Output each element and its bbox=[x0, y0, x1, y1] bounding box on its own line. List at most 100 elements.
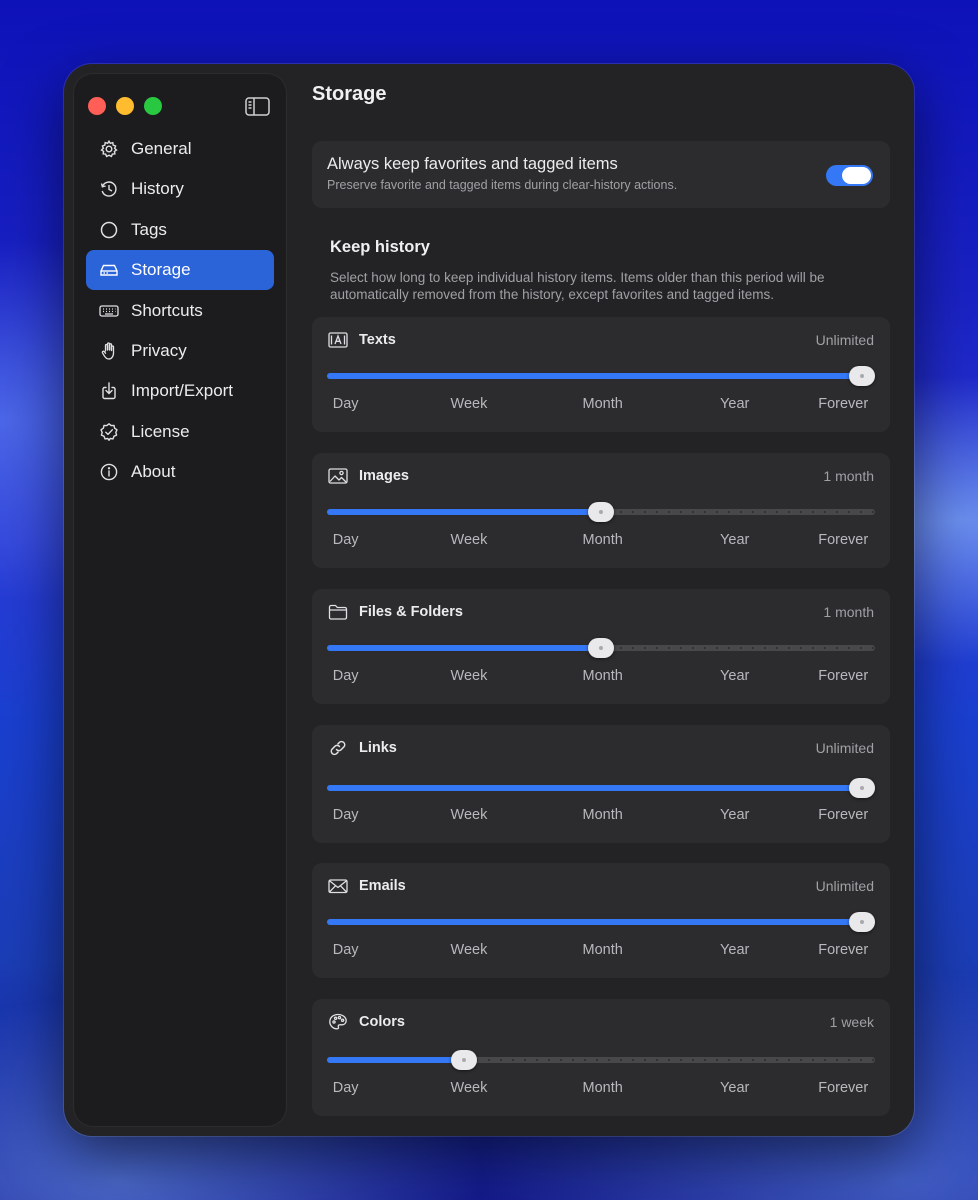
sidebar-item-storage[interactable]: Storage bbox=[86, 250, 274, 291]
link-icon bbox=[330, 740, 346, 756]
slider-thumb[interactable] bbox=[588, 502, 614, 522]
favorites-toggle[interactable] bbox=[826, 165, 873, 186]
scale-label-month: Month bbox=[582, 1080, 623, 1096]
sidebar-item-about[interactable]: About bbox=[86, 452, 274, 492]
sidebar-item-import-export[interactable]: Import/Export bbox=[86, 371, 274, 411]
scale-label-week: Week bbox=[450, 396, 488, 412]
scale-label-day: Day bbox=[332, 532, 359, 548]
scale-label-month: Month bbox=[582, 396, 623, 412]
clock-history-icon bbox=[100, 181, 117, 198]
sidebar-nav: General History Tags Storage Shortcuts P… bbox=[86, 129, 274, 493]
hand-icon bbox=[101, 342, 115, 360]
slider-label: Images bbox=[359, 468, 409, 484]
slider-thumb[interactable] bbox=[588, 638, 614, 658]
slider-scale: Day Week Month Year Forever bbox=[327, 1080, 875, 1100]
keep-history-title: Keep history bbox=[330, 238, 430, 256]
sidebar-item-tags[interactable]: Tags bbox=[86, 210, 274, 250]
slider-scale: Day Week Month Year Forever bbox=[327, 942, 875, 962]
images-retention-slider[interactable] bbox=[327, 502, 875, 522]
favorites-title: Always keep favorites and tagged items bbox=[327, 155, 618, 173]
scale-label-week: Week bbox=[450, 942, 488, 958]
slider-value: 1 month bbox=[823, 604, 874, 620]
texts-retention-card: Texts Unlimited Day Week Month Year Fore… bbox=[312, 317, 890, 432]
scale-label-week: Week bbox=[450, 1080, 488, 1096]
text-box-icon bbox=[328, 332, 348, 348]
slider-scale: Day Week Month Year Forever bbox=[327, 532, 875, 552]
emails-retention-slider[interactable] bbox=[327, 912, 875, 932]
sidebar-item-license[interactable]: License bbox=[86, 412, 274, 452]
slider-scale: Day Week Month Year Forever bbox=[327, 807, 875, 827]
scale-label-forever: Forever bbox=[818, 1080, 869, 1096]
close-button[interactable] bbox=[88, 97, 106, 115]
slider-value: Unlimited bbox=[815, 740, 874, 756]
scale-label-day: Day bbox=[332, 396, 359, 412]
sidebar-item-label: Tags bbox=[131, 219, 167, 239]
slider-thumb[interactable] bbox=[848, 912, 875, 932]
scale-label-year: Year bbox=[720, 1080, 750, 1096]
sidebar-item-history[interactable]: History bbox=[86, 169, 274, 209]
slider-value: 1 month bbox=[823, 468, 874, 484]
info-icon bbox=[100, 463, 118, 481]
slider-scale: Day Week Month Year Forever bbox=[327, 396, 875, 416]
sidebar-item-label: General bbox=[131, 139, 192, 158]
slider-thumb[interactable] bbox=[848, 778, 875, 798]
zoom-button[interactable] bbox=[144, 97, 162, 115]
scale-label-forever: Forever bbox=[818, 942, 869, 958]
slider-scale: Day Week Month Year Forever bbox=[327, 668, 875, 688]
sidebar-item-label: Import/Export bbox=[131, 381, 234, 401]
links-retention-slider[interactable] bbox=[327, 778, 875, 798]
window-controls bbox=[88, 97, 162, 115]
slider-value: Unlimited bbox=[815, 332, 874, 348]
checkmark-seal-icon bbox=[100, 422, 118, 441]
scale-label-week: Week bbox=[450, 668, 488, 684]
slider-fill bbox=[327, 509, 601, 515]
minimize-button[interactable] bbox=[116, 97, 134, 115]
sidebar-item-label: History bbox=[131, 179, 184, 199]
images-retention-card: Images 1 month Day Week Month Year Forev… bbox=[312, 453, 890, 568]
scale-label-week: Week bbox=[450, 532, 488, 548]
scale-label-week: Week bbox=[450, 807, 488, 823]
sidebar-item-label: About bbox=[131, 462, 176, 482]
scale-label-year: Year bbox=[720, 532, 750, 548]
sidebar: General History Tags Storage Shortcuts P… bbox=[73, 73, 287, 1127]
envelope-icon bbox=[328, 879, 348, 894]
slider-thumb[interactable] bbox=[451, 1050, 477, 1070]
sidebar-toggle-icon[interactable] bbox=[245, 97, 270, 116]
favorites-setting-card: Always keep favorites and tagged items P… bbox=[312, 141, 890, 208]
sidebar-item-label: License bbox=[131, 421, 190, 441]
slider-label: Colors bbox=[359, 1014, 405, 1030]
scale-label-day: Day bbox=[332, 807, 359, 823]
keep-history-description: Select how long to keep individual histo… bbox=[330, 270, 825, 302]
emails-retention-card: Emails Unlimited Day Week Month Year For… bbox=[312, 863, 890, 978]
scale-label-year: Year bbox=[720, 396, 750, 412]
scale-label-month: Month bbox=[582, 807, 623, 823]
slider-value: Unlimited bbox=[815, 878, 874, 894]
photo-icon bbox=[328, 468, 348, 484]
scale-label-month: Month bbox=[582, 942, 623, 958]
sidebar-item-shortcuts[interactable]: Shortcuts bbox=[86, 291, 274, 331]
scale-label-day: Day bbox=[332, 1080, 359, 1096]
slider-fill bbox=[327, 919, 875, 925]
slider-label: Texts bbox=[359, 332, 396, 348]
palette-icon bbox=[329, 1013, 347, 1030]
gear-icon bbox=[100, 139, 118, 158]
texts-retention-slider[interactable] bbox=[327, 366, 875, 386]
sidebar-item-general[interactable]: General bbox=[86, 129, 274, 169]
slider-fill bbox=[327, 373, 875, 379]
settings-window: General History Tags Storage Shortcuts P… bbox=[64, 64, 914, 1136]
files-folders-retention-card: Files & Folders 1 month Day Week Month Y… bbox=[312, 589, 890, 704]
drive-icon bbox=[100, 264, 118, 276]
sidebar-item-privacy[interactable]: Privacy bbox=[86, 331, 274, 371]
colors-retention-slider[interactable] bbox=[327, 1050, 875, 1070]
scale-label-month: Month bbox=[582, 532, 623, 548]
files-folders-retention-slider[interactable] bbox=[327, 638, 875, 658]
slider-thumb[interactable] bbox=[848, 366, 875, 386]
keyboard-icon bbox=[99, 304, 119, 317]
page-title: Storage bbox=[312, 83, 387, 105]
circle-icon bbox=[100, 221, 118, 239]
toggle-knob bbox=[842, 167, 871, 184]
scale-label-day: Day bbox=[332, 942, 359, 958]
slider-fill bbox=[327, 785, 875, 791]
scale-label-day: Day bbox=[332, 668, 359, 684]
scale-label-forever: Forever bbox=[818, 396, 869, 412]
